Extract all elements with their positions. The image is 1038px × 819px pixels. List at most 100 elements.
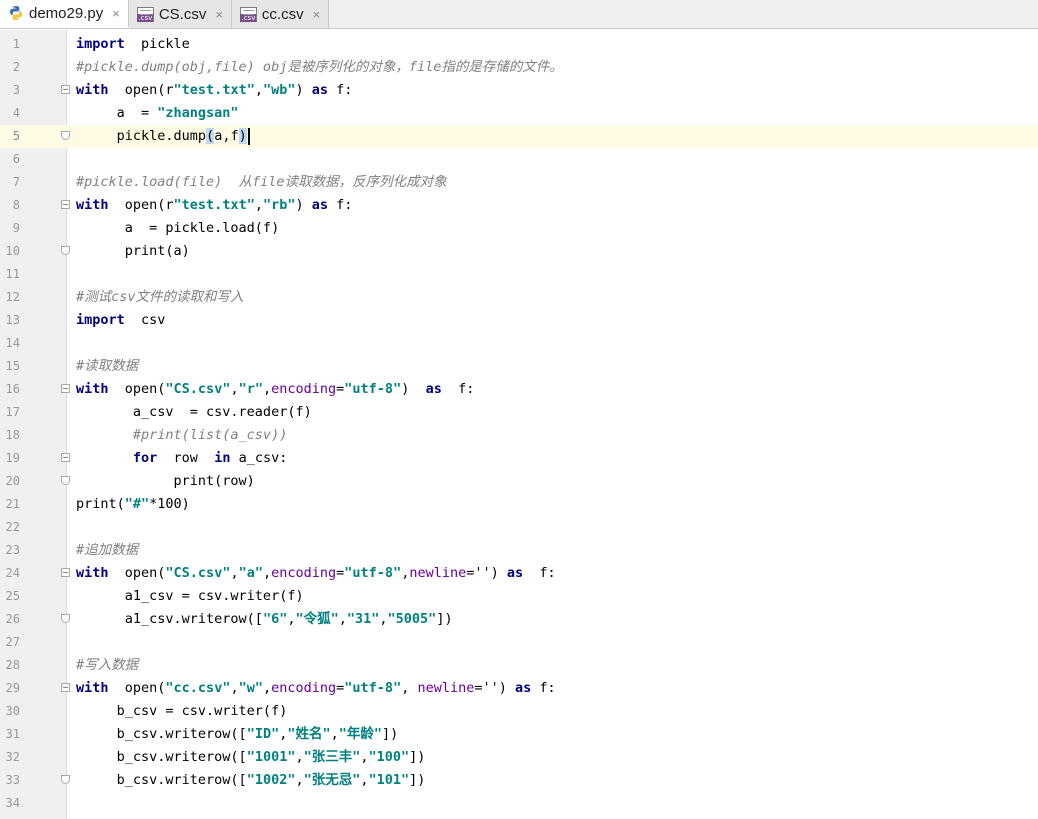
fold-end-icon[interactable] [61, 246, 70, 255]
code-token: ) [401, 381, 426, 397]
code-line[interactable]: 30 b_csv = csv.writer(f) [0, 700, 1038, 723]
code-token: b_csv = csv.writer(f) [76, 703, 288, 719]
code-token: "CS.csv" [165, 565, 231, 581]
code-line[interactable]: 2 #pickle.dump(obj,file) obj是被序列化的对象，file… [0, 56, 1038, 79]
code-line[interactable]: 1 import pickle [0, 33, 1038, 56]
code-token: "1001" [246, 749, 296, 765]
line-number: 6 [12, 152, 20, 166]
code-token: b_csv.writerow([ [76, 749, 247, 765]
fold-collapse-icon[interactable] [61, 384, 70, 393]
code-line[interactable]: 15 #读取数据 [0, 355, 1038, 378]
code-line[interactable]: 7 #pickle.load(file) 从file读取数据，反序列化成对象 [0, 171, 1038, 194]
code-token: , [338, 611, 347, 627]
tab-cs-csv[interactable]: .csv CS.csv × [128, 0, 232, 28]
code-line[interactable]: 10 print(a) [0, 240, 1038, 263]
code-line[interactable]: 9 a = pickle.load(f) [0, 217, 1038, 240]
code-line[interactable]: 17 a_csv = csv.reader(f) [0, 401, 1038, 424]
code-token: "CS.csv" [165, 381, 231, 397]
code-token: a1_csv = csv.writer(f) [76, 588, 304, 604]
fold-collapse-icon[interactable] [61, 683, 70, 692]
code-line[interactable]: 34 [0, 792, 1038, 815]
code-text: with open("cc.csv","w",encoding="utf-8",… [76, 677, 556, 700]
line-number: 31 [5, 727, 20, 741]
close-icon[interactable]: × [313, 7, 321, 22]
code-text: b_csv.writerow(["1001","张三丰","100"]) [76, 746, 426, 769]
code-text: a1_csv.writerow(["6","令狐","31","5005"]) [76, 608, 453, 631]
code-text: import csv [76, 309, 165, 332]
close-icon[interactable]: × [112, 6, 120, 21]
code-text: print("#"*100) [76, 493, 190, 516]
code-token: print(a) [76, 243, 190, 259]
code-line[interactable]: 25 a1_csv = csv.writer(f) [0, 585, 1038, 608]
line-number: 12 [5, 290, 20, 304]
code-line[interactable]: 14 [0, 332, 1038, 355]
code-token: "6" [262, 611, 288, 627]
code-line[interactable]: 32 b_csv.writerow(["1001","张三丰","100"]) [0, 746, 1038, 769]
code-editor[interactable]: 1 import pickle 2 #pickle.dump(obj,file) ob… [0, 30, 1038, 819]
code-token: , [230, 680, 239, 696]
code-token: f: [531, 680, 556, 696]
fold-end-icon[interactable] [61, 614, 70, 623]
tab-label: demo29.py [29, 4, 104, 22]
fold-collapse-icon[interactable] [61, 453, 70, 462]
code-line[interactable]: 23 #追加数据 [0, 539, 1038, 562]
code-text: b_csv.writerow(["ID","姓名","年龄"]) [76, 723, 399, 746]
tab-cc-csv[interactable]: .csv cc.csv × [231, 0, 330, 28]
code-token: a,f [214, 128, 239, 144]
csv-icon-text: .csv [240, 13, 257, 22]
line-number: 5 [12, 129, 20, 143]
code-line[interactable]: 24 with open("CS.csv","a",encoding="utf-8… [0, 562, 1038, 585]
line-number: 15 [5, 359, 20, 373]
code-token: "wb" [262, 82, 296, 98]
code-text: with open(r"test.txt","wb") as f: [76, 79, 352, 102]
code-line[interactable]: 4 a = "zhangsan" [0, 102, 1038, 125]
code-line[interactable]: 18 #print(list(a_csv)) [0, 424, 1038, 447]
code-line[interactable]: 29 with open("cc.csv","w",encoding="utf-8… [0, 677, 1038, 700]
line-number: 21 [5, 497, 20, 511]
close-icon[interactable]: × [215, 7, 223, 22]
code-line[interactable]: 11 [0, 263, 1038, 286]
code-line[interactable]: 22 [0, 516, 1038, 539]
tab-demo29-py[interactable]: demo29.py × [0, 0, 129, 28]
line-number: 20 [5, 474, 20, 488]
code-line[interactable]: 19 for row in a_csv: [0, 447, 1038, 470]
line-number: 33 [5, 773, 20, 787]
code-token: "年龄" [338, 726, 383, 742]
code-line[interactable]: 13 import csv [0, 309, 1038, 332]
fold-end-icon[interactable] [61, 476, 70, 485]
python-file-icon [10, 6, 22, 20]
code-line[interactable]: 20 print(row) [0, 470, 1038, 493]
code-line[interactable]: 28 #写入数据 [0, 654, 1038, 677]
code-line[interactable]: 8 with open(r"test.txt","rb") as f: [0, 194, 1038, 217]
code-token: as [506, 565, 524, 581]
code-line[interactable]: 12 #测试csv文件的读取和写入 [0, 286, 1038, 309]
code-line[interactable]: 5 pickle.dump(a,f) [0, 125, 1038, 148]
line-number: 25 [5, 589, 20, 603]
code-line[interactable]: 3 with open(r"test.txt","wb") as f: [0, 79, 1038, 102]
fold-collapse-icon[interactable] [61, 200, 70, 209]
code-token: ='') [474, 680, 516, 696]
code-line[interactable]: 16 with open("CS.csv","r",encoding="utf-8… [0, 378, 1038, 401]
csv-icon-text: .csv [137, 13, 154, 22]
code-line[interactable]: 33 b_csv.writerow(["1002","张无忌","101"]) [0, 769, 1038, 792]
code-token: f: [441, 381, 475, 397]
code-line[interactable]: 21 print("#"*100) [0, 493, 1038, 516]
code-line[interactable]: 6 [0, 148, 1038, 171]
code-token: a_csv = csv.reader(f) [76, 404, 312, 420]
code-line[interactable]: 27 [0, 631, 1038, 654]
code-line[interactable]: 26 a1_csv.writerow(["6","令狐","31","5005"… [0, 608, 1038, 631]
code-token: #print(list(a_csv)) [76, 427, 288, 443]
code-token: #pickle.dump(obj,file) obj是被序列化的对象，file指… [76, 59, 563, 75]
code-token: a_csv: [230, 450, 288, 466]
code-token: for [132, 450, 158, 466]
fold-collapse-icon[interactable] [61, 568, 70, 577]
code-token: , [295, 772, 304, 788]
code-line[interactable]: 31 b_csv.writerow(["ID","姓名","年龄"]) [0, 723, 1038, 746]
fold-end-icon[interactable] [61, 775, 70, 784]
text-caret [247, 127, 250, 145]
fold-end-icon[interactable] [61, 131, 70, 140]
code-token: #pickle.load(file) 从file读取数据，反序列化成对象 [76, 174, 447, 190]
code-token: print(row) [76, 473, 255, 489]
code-token: "test.txt" [173, 82, 255, 98]
fold-collapse-icon[interactable] [61, 85, 70, 94]
